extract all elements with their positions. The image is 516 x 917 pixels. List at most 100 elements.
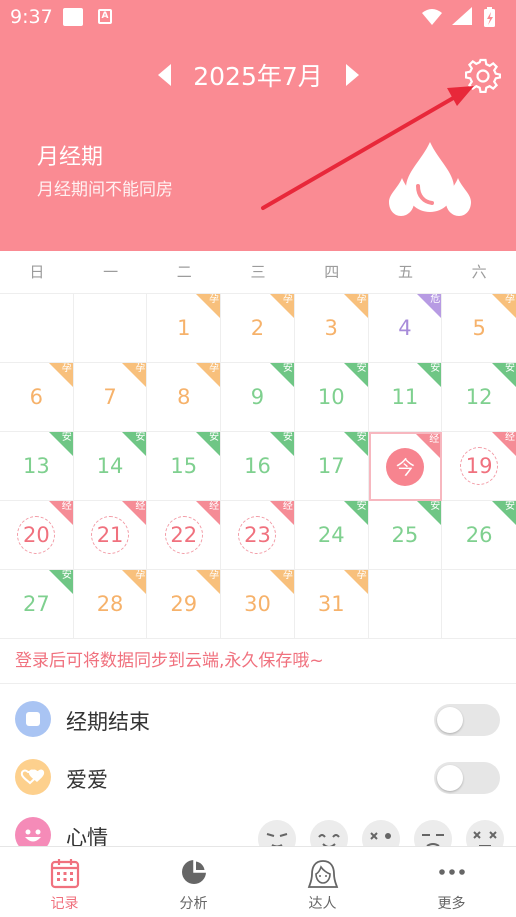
calendar-day[interactable]: 安 25 — [368, 501, 443, 570]
bottom-nav: 记录 分析 达人 更多 — [0, 846, 516, 917]
calendar-day[interactable]: 安 24 — [294, 501, 369, 570]
day-number-wrap: 21 — [74, 501, 147, 569]
day-number: 14 — [96, 454, 124, 478]
weekday-label: 四 — [324, 263, 340, 281]
calendar-day[interactable]: 安 26 — [442, 501, 516, 570]
nav-tab-more[interactable]: 更多 — [387, 847, 516, 917]
day-number-wrap: 26 — [442, 501, 516, 569]
nav-label: 更多 — [437, 896, 466, 912]
calendar-day[interactable]: 经 20 — [0, 501, 74, 570]
calendar-day[interactable]: 孕 30 — [221, 570, 295, 639]
calendar-day[interactable]: 安 16 — [221, 432, 295, 501]
battery-icon — [484, 7, 495, 27]
calendar-day[interactable]: 孕6 — [0, 363, 74, 432]
day-number: 22 — [164, 516, 203, 554]
calendar-day[interactable]: 安 11 — [368, 363, 443, 432]
day-number: 2 — [250, 316, 265, 340]
calendar-day[interactable]: 孕 31 — [294, 570, 369, 639]
day-number-wrap: 12 — [442, 363, 516, 431]
love-toggle[interactable] — [434, 762, 500, 794]
calendar-day[interactable]: 孕8 — [147, 363, 222, 432]
weekday-label: 一 — [103, 263, 119, 281]
nav-tab-analysis[interactable]: 分析 — [129, 847, 258, 917]
nav-tab-record[interactable]: 记录 — [0, 847, 129, 917]
day-number: 28 — [96, 592, 124, 616]
calendar-day[interactable]: 孕 29 — [147, 570, 222, 639]
calendar-day[interactable]: 孕 28 — [73, 570, 148, 639]
record-label: 爱爱 — [66, 768, 108, 792]
calendar-day[interactable]: 经 23 — [221, 501, 295, 570]
day-number-wrap: 27 — [0, 570, 73, 638]
day-number-wrap: 1 — [147, 294, 220, 362]
nav-label: 达人 — [308, 896, 337, 912]
status-bar: 9:37 A — [0, 0, 516, 34]
calendar-day-today[interactable]: 经今 — [368, 432, 443, 501]
calendar-day[interactable]: 安 17 — [294, 432, 369, 501]
day-number-wrap: 20 — [0, 501, 73, 569]
day-number: 27 — [22, 592, 50, 616]
next-month-arrow-icon[interactable] — [345, 64, 359, 86]
calendar-day[interactable]: 经 19 — [442, 432, 516, 501]
gear-icon[interactable] — [465, 57, 501, 93]
smile-icon — [15, 817, 51, 846]
day-number-wrap: 6 — [0, 363, 73, 431]
calendar-day[interactable]: 孕2 — [221, 294, 295, 363]
calendar-icon — [50, 859, 79, 889]
pie-chart-icon — [181, 859, 207, 884]
calendar-day[interactable]: 安 12 — [442, 363, 516, 432]
month-title: 2025年7月 — [193, 62, 323, 91]
calendar-day[interactable]: 安 27 — [0, 570, 74, 639]
day-number-wrap: 24 — [295, 501, 368, 569]
nav-tab-experts[interactable]: 达人 — [258, 847, 387, 917]
mood-face-smug-icon[interactable] — [258, 820, 296, 846]
calendar-day[interactable]: 安9 — [221, 363, 295, 432]
calendar-day[interactable]: 危4 — [368, 294, 443, 363]
day-number-wrap: 28 — [74, 570, 147, 638]
calendar-day[interactable]: 孕1 — [147, 294, 222, 363]
weekday-header: 日一二三四五六 — [0, 251, 516, 293]
day-number-wrap: 14 — [74, 432, 147, 500]
weekday-label: 三 — [250, 263, 266, 281]
day-number-wrap: 22 — [147, 501, 220, 569]
day-number: 3 — [324, 316, 338, 340]
calendar-day[interactable]: 经 22 — [147, 501, 222, 570]
record-label: 心情 — [66, 826, 108, 846]
calendar-day[interactable]: 孕7 — [73, 363, 148, 432]
day-number: 4 — [398, 316, 412, 340]
day-number: 23 — [238, 516, 277, 554]
calendar-day[interactable]: 经 21 — [73, 501, 148, 570]
weekday-label: 五 — [397, 263, 413, 281]
period-end-toggle[interactable] — [434, 704, 500, 736]
calendar-day[interactable]: 安 14 — [73, 432, 148, 501]
mood-face-happy-icon[interactable] — [310, 820, 348, 846]
day-number-wrap: 19 — [442, 432, 516, 500]
mood-face-dead-icon[interactable] — [466, 820, 504, 846]
hearts-icon — [15, 759, 51, 795]
day-number: 19 — [460, 447, 499, 485]
weekday-label: 二 — [176, 263, 192, 281]
square-icon — [15, 701, 51, 737]
login-sync-banner[interactable]: 登录后可将数据同步到云端,永久保存哦~ — [0, 638, 516, 684]
day-number-wrap: 30 — [221, 570, 294, 638]
calendar-day[interactable]: 安 13 — [0, 432, 74, 501]
prev-month-arrow-icon[interactable] — [158, 64, 172, 86]
calendar-day[interactable]: 安 15 — [147, 432, 222, 501]
mood-face-annoyed-icon[interactable] — [414, 820, 452, 846]
wifi-icon — [422, 9, 442, 25]
calendar-grid: 孕 1 孕 2 孕 3 危 4 孕 5 孕 6 孕 7 孕 8 安 9 安 10 安 11 安 12 安 13 安 14 安 15 安 16 安… — [0, 293, 516, 639]
calendar-cell-empty — [368, 570, 443, 639]
day-number: 6 — [29, 385, 44, 409]
blood-drops-icon — [389, 142, 471, 216]
toggle-knob — [437, 765, 463, 791]
day-number-wrap: 9 — [221, 363, 294, 431]
day-number-wrap: 7 — [74, 363, 147, 431]
calendar-day[interactable]: 安 10 — [294, 363, 369, 432]
record-row-love: 爱爱 — [0, 748, 516, 806]
record-row-mood: 心情 — [0, 806, 516, 846]
record-label: 经期结束 — [66, 710, 150, 734]
day-number-wrap: 31 — [295, 570, 368, 638]
calendar-day[interactable]: 孕5 — [442, 294, 516, 363]
mood-face-dizzy-icon[interactable] — [362, 820, 400, 846]
day-number: 8 — [177, 385, 191, 409]
calendar-day[interactable]: 孕3 — [294, 294, 369, 363]
